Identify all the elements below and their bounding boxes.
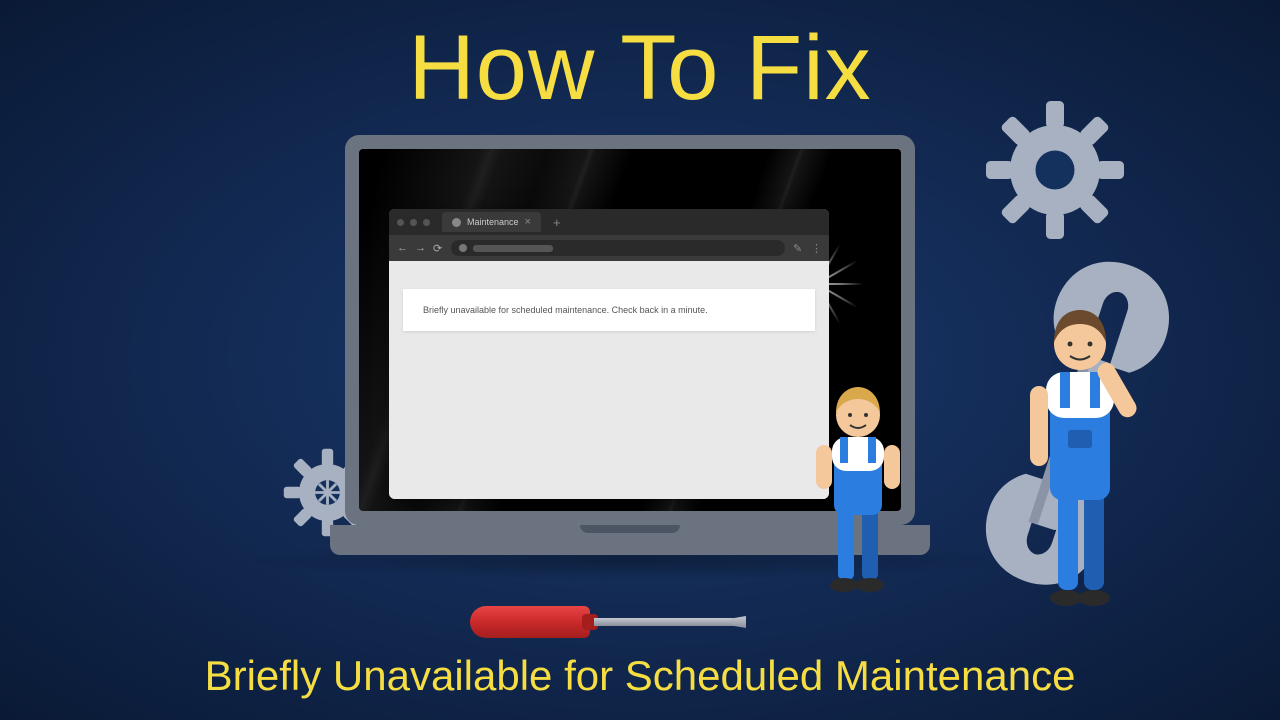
maintenance-message: Briefly unavailable for scheduled mainte… xyxy=(403,289,815,331)
tab-label: Maintenance xyxy=(467,217,519,227)
address-text-blurred xyxy=(473,245,553,252)
window-dot-icon xyxy=(410,219,417,226)
browser-tabbar: Maintenance × + xyxy=(389,209,829,235)
browser-window: Maintenance × + ← → ⟳ ✎ ⋮ xyxy=(389,209,829,499)
worker-standing-illustration xyxy=(980,290,1180,610)
window-dot-icon xyxy=(423,219,430,226)
back-button[interactable]: ← xyxy=(397,242,407,254)
new-tab-button[interactable]: + xyxy=(553,215,561,230)
close-icon[interactable]: × xyxy=(525,216,531,228)
menu-icon[interactable]: ⋮ xyxy=(811,242,821,255)
reload-button[interactable]: ⟳ xyxy=(433,242,443,255)
address-bar[interactable] xyxy=(451,240,785,256)
worker-sitting-illustration xyxy=(800,375,920,595)
browser-tab[interactable]: Maintenance × xyxy=(442,212,541,232)
subtitle: Briefly Unavailable for Scheduled Mainte… xyxy=(0,652,1280,700)
main-title: How To Fix xyxy=(0,16,1280,121)
browser-toolbar: ← → ⟳ ✎ ⋮ xyxy=(389,235,829,261)
edit-icon[interactable]: ✎ xyxy=(793,242,803,255)
globe-icon xyxy=(459,244,467,252)
screwdriver-icon xyxy=(470,604,750,640)
browser-viewport: Briefly unavailable for scheduled mainte… xyxy=(389,261,829,499)
forward-button[interactable]: → xyxy=(415,242,425,254)
globe-icon xyxy=(452,218,461,227)
window-dot-icon xyxy=(397,219,404,226)
